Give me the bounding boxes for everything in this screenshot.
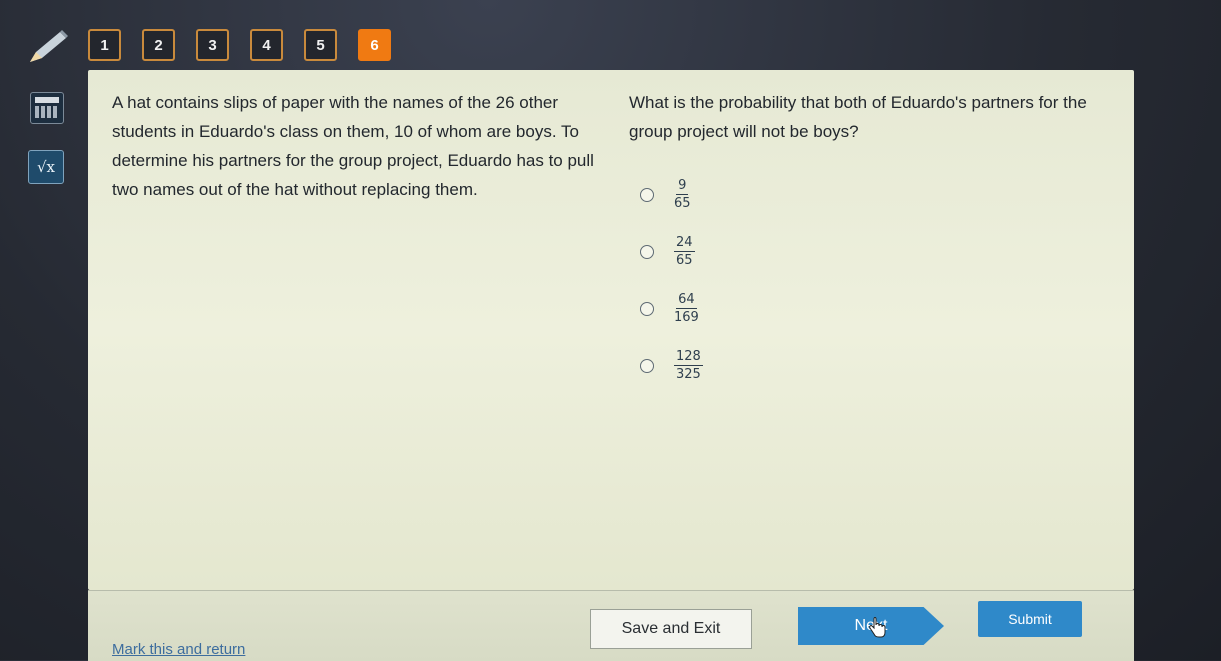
pencil-icon[interactable]: [22, 28, 72, 68]
fraction: 128 325: [674, 349, 703, 382]
fraction: 9 65: [674, 178, 691, 211]
question-text: What is the probability that both of Edu…: [629, 93, 1087, 141]
question-nav-2[interactable]: 2: [142, 29, 175, 61]
answer-choice-4[interactable]: 128 325: [640, 337, 703, 394]
reference-label: √x: [36, 158, 56, 176]
question-nav-6[interactable]: 6: [358, 29, 391, 61]
radio-button[interactable]: [640, 187, 654, 202]
calculator-icon[interactable]: [30, 92, 64, 124]
question-nav-1[interactable]: 1: [88, 29, 121, 61]
fraction-numerator: 9: [676, 178, 689, 195]
fraction: 24 65: [674, 235, 695, 268]
fraction-denominator: 169: [674, 310, 699, 325]
sqrt-icon[interactable]: √x: [28, 150, 64, 184]
question-nav-3[interactable]: 3: [196, 29, 229, 61]
answer-choices: 9 65 24 65 64 169 128 325: [640, 166, 703, 394]
fraction-numerator: 24: [674, 235, 695, 252]
fraction: 64 169: [674, 292, 699, 325]
hand-cursor-icon: [869, 617, 886, 638]
question-panel: A hat contains slips of paper with the n…: [88, 70, 1134, 590]
answer-choice-1[interactable]: 9 65: [640, 166, 703, 223]
submit-label: Submit: [1008, 611, 1052, 627]
question-nav-5[interactable]: 5: [304, 29, 337, 61]
radio-button[interactable]: [640, 358, 654, 373]
fraction-numerator: 128: [674, 349, 703, 366]
next-button[interactable]: Next: [798, 607, 944, 645]
radio-button[interactable]: [640, 244, 654, 259]
save-and-exit-button[interactable]: Save and Exit: [590, 609, 752, 649]
calculator-screen: [35, 97, 59, 103]
question-nav: 1 2 3 4 5 6: [88, 29, 391, 61]
mark-and-return-link[interactable]: Mark this and return: [112, 641, 245, 658]
save-and-exit-label: Save and Exit: [621, 620, 721, 637]
answer-choice-3[interactable]: 64 169: [640, 280, 703, 337]
submit-button[interactable]: Submit: [978, 601, 1082, 637]
passage-text: A hat contains slips of paper with the n…: [112, 93, 594, 199]
tool-rail: √x: [0, 0, 85, 660]
answer-choice-2[interactable]: 24 65: [640, 223, 703, 280]
calculator-keys: [35, 106, 59, 118]
fraction-denominator: 65: [676, 253, 693, 268]
bottom-bar: Mark this and return Save and Exit Next …: [88, 590, 1134, 661]
fraction-numerator: 64: [676, 292, 697, 309]
question-nav-4[interactable]: 4: [250, 29, 283, 61]
fraction-denominator: 65: [674, 196, 691, 211]
fraction-denominator: 325: [676, 367, 701, 382]
radio-button[interactable]: [640, 301, 654, 316]
